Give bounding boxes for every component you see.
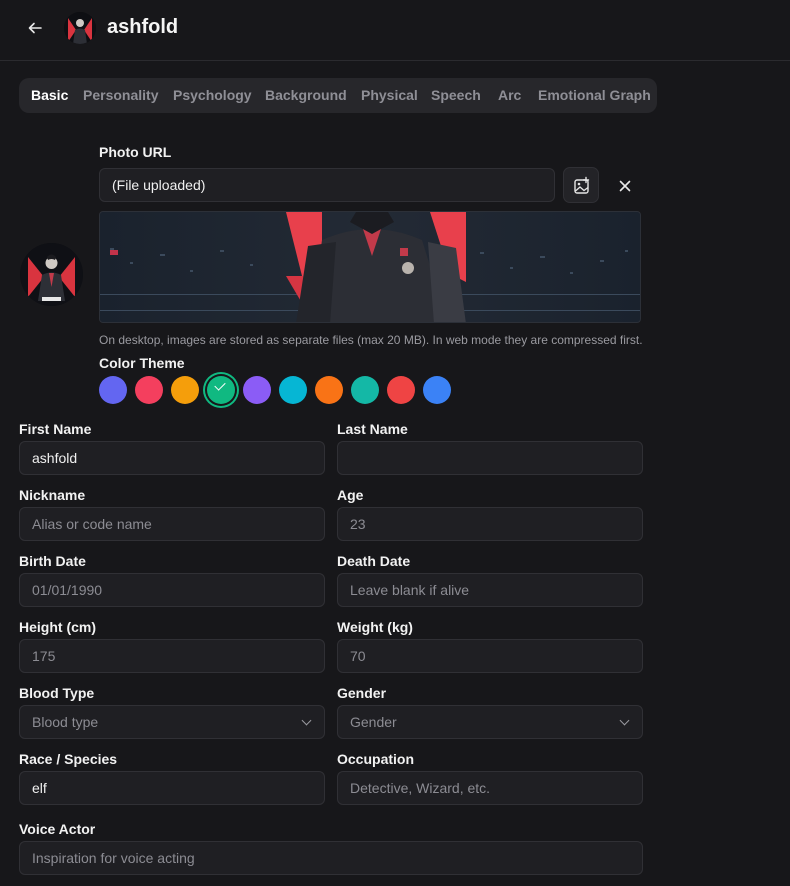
- race-value: elf: [32, 780, 47, 796]
- clear-photo-button[interactable]: [611, 172, 639, 200]
- character-avatar: [20, 243, 83, 306]
- photo-url-value: (File uploaded): [112, 177, 206, 193]
- color-swatch[interactable]: [99, 376, 127, 404]
- race-label: Race / Species: [19, 751, 118, 767]
- birth-date-value: 01/01/1990: [32, 582, 103, 598]
- color-swatch[interactable]: [387, 376, 415, 404]
- voice-actor-label: Voice Actor: [19, 821, 96, 837]
- age-input[interactable]: 23: [337, 507, 643, 541]
- upload-image-button[interactable]: [563, 167, 599, 203]
- tab-bar: Basic Personality Psychology Background …: [19, 78, 657, 113]
- back-button[interactable]: [24, 16, 46, 40]
- occupation-input[interactable]: Detective, Wizard, etc.: [337, 771, 643, 805]
- last-name-label: Last Name: [337, 421, 408, 437]
- height-input[interactable]: 175: [19, 639, 325, 673]
- color-swatch[interactable]: [243, 376, 271, 404]
- gender-label: Gender: [337, 685, 387, 701]
- check-icon: [214, 379, 226, 391]
- blood-type-select[interactable]: Blood type: [19, 705, 325, 739]
- tab-speech[interactable]: Speech: [431, 78, 481, 113]
- color-swatch[interactable]: [207, 376, 235, 404]
- death-date-input[interactable]: Leave blank if alive: [337, 573, 643, 607]
- voice-actor-placeholder: Inspiration for voice acting: [32, 850, 195, 866]
- occupation-placeholder: Detective, Wizard, etc.: [350, 780, 491, 796]
- weight-label: Weight (kg): [337, 619, 413, 635]
- tab-physical[interactable]: Physical: [361, 78, 418, 113]
- tab-basic[interactable]: Basic: [31, 78, 68, 113]
- voice-actor-input[interactable]: Inspiration for voice acting: [19, 841, 643, 875]
- photo-storage-hint: On desktop, images are stored as separat…: [99, 333, 643, 347]
- character-avatar-small: [64, 12, 96, 44]
- height-value: 175: [32, 648, 56, 664]
- tab-personality[interactable]: Personality: [83, 78, 158, 113]
- last-name-input[interactable]: [337, 441, 643, 475]
- weight-input[interactable]: 70: [337, 639, 643, 673]
- gender-select[interactable]: Gender: [337, 705, 643, 739]
- tab-background[interactable]: Background: [265, 78, 347, 113]
- first-name-value: ashfold: [32, 450, 78, 466]
- top-bar: ashfold: [0, 0, 790, 61]
- color-swatch[interactable]: [279, 376, 307, 404]
- color-theme-label: Color Theme: [99, 355, 185, 371]
- photo-preview-image: [99, 211, 641, 323]
- blood-type-placeholder: Blood type: [32, 714, 99, 730]
- birth-date-input[interactable]: 01/01/1990: [19, 573, 325, 607]
- tab-psychology[interactable]: Psychology: [173, 78, 252, 113]
- image-plus-icon: [574, 176, 590, 194]
- close-icon: [619, 180, 631, 192]
- death-date-label: Death Date: [337, 553, 411, 569]
- photo-url-input[interactable]: (File uploaded): [99, 168, 555, 202]
- character-name: ashfold: [107, 16, 179, 38]
- race-input[interactable]: elf: [19, 771, 325, 805]
- first-name-input[interactable]: ashfold: [19, 441, 325, 475]
- blood-type-label: Blood Type: [19, 685, 95, 701]
- birth-date-label: Birth Date: [19, 553, 86, 569]
- gender-placeholder: Gender: [350, 714, 397, 730]
- death-date-placeholder: Leave blank if alive: [350, 582, 470, 598]
- age-value: 23: [350, 516, 366, 532]
- color-swatch[interactable]: [171, 376, 199, 404]
- color-swatch[interactable]: [135, 376, 163, 404]
- chevron-down-icon: [301, 715, 312, 726]
- chevron-down-icon: [619, 715, 630, 726]
- color-swatch[interactable]: [315, 376, 343, 404]
- color-swatch[interactable]: [423, 376, 451, 404]
- age-label: Age: [337, 487, 364, 503]
- tab-arc[interactable]: Arc: [498, 78, 521, 113]
- nickname-label: Nickname: [19, 487, 86, 503]
- first-name-label: First Name: [19, 421, 92, 437]
- weight-value: 70: [350, 648, 366, 664]
- height-label: Height (cm): [19, 619, 96, 635]
- color-swatch[interactable]: [351, 376, 379, 404]
- nickname-placeholder: Alias or code name: [32, 516, 152, 532]
- arrow-left-icon: [28, 22, 42, 34]
- occupation-label: Occupation: [337, 751, 415, 767]
- tab-emotional-graph[interactable]: Emotional Graph: [538, 78, 651, 113]
- nickname-input[interactable]: Alias or code name: [19, 507, 325, 541]
- photo-url-label: Photo URL: [99, 144, 172, 160]
